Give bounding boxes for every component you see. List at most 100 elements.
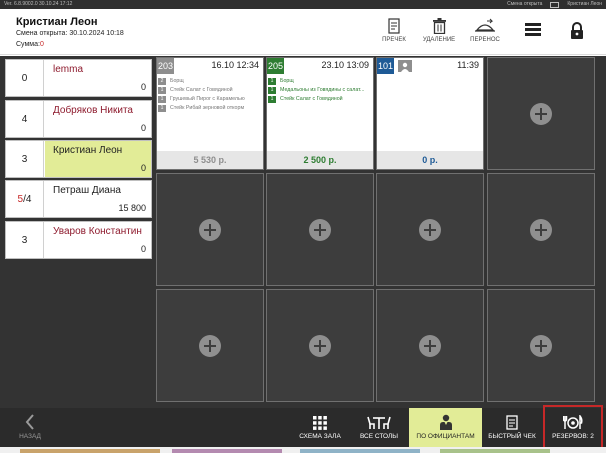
lock-icon[interactable] (570, 22, 584, 44)
waiter-row-amount: 0 (140, 244, 146, 254)
shift-time: 30.10.2024 10:18 (69, 30, 124, 37)
waiter-row[interactable]: 5/4 Петраш Диана 15 800 (5, 180, 152, 218)
order-item: 1 Борщ (268, 77, 371, 86)
order-date: 23.10 13:09 (321, 60, 369, 70)
plus-icon (199, 334, 221, 357)
order-items: 2 Борщ 1 Стейк Салат с Говядиной 1 Грушевый… (158, 77, 261, 113)
order-card[interactable]: 203 16.10 12:34 2 Борщ 1 Стейк Салат с Гов… (156, 57, 264, 170)
add-order-tile[interactable] (487, 173, 595, 286)
waiter-table-count: 4 (6, 101, 44, 137)
sum-value: 0 (39, 41, 44, 48)
add-order-tile[interactable] (376, 173, 484, 286)
waiter-row[interactable]: 0 lemma 0 (5, 59, 152, 97)
table-number: 101 (377, 58, 394, 74)
receipt-icon (379, 15, 409, 37)
plus-icon (530, 334, 552, 357)
guest-icon (398, 60, 412, 72)
shift-label: Смена открыта: (16, 30, 68, 37)
quick-check-button[interactable]: БЫСТРЫЙ ЧЕК (486, 408, 538, 447)
transfer-button[interactable]: ПЕРЕНОС (466, 15, 504, 43)
table-number: 203 (157, 58, 174, 74)
order-item: 2 Борщ (158, 77, 261, 86)
all-tables-label: ВСЕ СТОЛЫ (359, 433, 399, 440)
plus-icon (530, 102, 552, 125)
waiter-row-name: Уваров Константин (53, 226, 142, 237)
add-order-tile[interactable] (156, 173, 264, 286)
main-area: 0 lemma 0 4 Добряков Никита 0 3 Кристиан… (0, 56, 606, 408)
delete-label: УДАЛЕНИЕ (422, 37, 456, 43)
add-order-tile[interactable] (376, 289, 484, 402)
order-item: 1 Стейк Салат с Говядиной (268, 95, 371, 104)
add-order-tile[interactable] (266, 173, 374, 286)
hall-scheme-button[interactable]: СХЕМА ЗАЛА (295, 408, 345, 447)
sum-label: Сумма: (16, 41, 40, 48)
plus-icon (419, 218, 441, 241)
waiter-row-name: lemma (53, 64, 84, 75)
waiter-table-count: 0 (6, 60, 44, 96)
add-order-tile[interactable] (487, 289, 595, 402)
waiter-row[interactable]: 4 Добряков Никита 0 (5, 100, 152, 138)
plus-icon (419, 334, 441, 357)
shift-status: Смена открыта (507, 1, 543, 7)
delete-button[interactable]: УДАЛЕНИЕ (419, 15, 459, 43)
plus-icon (309, 218, 331, 241)
waiter-table-count: 5/4 (6, 181, 44, 217)
table-number: 205 (267, 58, 284, 74)
order-date: 11:39 (457, 60, 479, 70)
system-bar: Ver. 6.8.9002.0 30.10.24 17:12 Смена отк… (0, 0, 606, 9)
mail-icon[interactable] (550, 1, 560, 8)
chevron-left-icon (8, 408, 52, 432)
hall-scheme-label: СХЕМА ЗАЛА (299, 433, 341, 440)
plus-icon (199, 218, 221, 241)
waiter-row-selected[interactable]: 3 Кристиан Леон 0 (5, 140, 152, 178)
shift-info: Смена открыта: 30.10.2024 10:18 (16, 30, 124, 37)
all-tables-button[interactable]: ВСЕ СТОЛЫ (353, 408, 405, 447)
highlight-box (543, 405, 603, 450)
waiter-icon (409, 408, 482, 432)
add-order-tile[interactable] (266, 289, 374, 402)
quick-check-label: БЫСТРЫЙ ЧЕК (488, 433, 536, 440)
table-chairs-icon (353, 408, 405, 432)
waiter-row-amount: 0 (140, 163, 146, 173)
order-item: 1 Стейк Салат с Говядиной (158, 86, 261, 95)
taskbar-strip (0, 447, 606, 453)
order-card[interactable]: 101 11:39 0 р. (376, 57, 484, 170)
waiter-row-amount: 15 800 (118, 203, 146, 213)
by-waiters-label: ПО ОФИЦИАНТАМ (416, 433, 475, 440)
waiter-row-name: Кристиан Леон (53, 145, 123, 156)
plus-icon (530, 218, 552, 241)
header: Кристиан Леон Смена открыта: 30.10.2024 … (0, 9, 606, 55)
transfer-dish-icon (466, 15, 504, 37)
menu-icon[interactable] (525, 23, 541, 37)
plus-icon (309, 334, 331, 357)
receipt-icon (486, 408, 538, 432)
waiter-row-name: Добряков Никита (53, 105, 133, 116)
waiter-table-count: 3 (6, 222, 44, 258)
order-item: 1 Медальоны из Говядины с салат... (268, 86, 371, 95)
pos-window: Ver. 6.8.9002.0 30.10.24 17:12 Смена отк… (0, 0, 606, 453)
order-date: 16.10 12:34 (211, 60, 259, 70)
current-user: Кристиан Леон (567, 1, 602, 7)
waiter-row[interactable]: 3 Уваров Константин 0 (5, 221, 152, 259)
by-waiters-button[interactable]: ПО ОФИЦИАНТАМ (409, 408, 482, 447)
order-total: 0 р. (377, 151, 483, 169)
order-total: 5 530 р. (157, 151, 263, 169)
order-item: 1 Грушевый Пирог с Карамелью (158, 95, 261, 104)
order-item: 1 Стейк Рибай зерновой откорм (158, 104, 261, 113)
add-order-tile[interactable] (156, 289, 264, 402)
order-items: 1 Борщ 1 Медальоны из Говядины с салат... … (268, 77, 371, 104)
grid-icon (295, 408, 345, 432)
precheck-button[interactable]: ПРЕЧЕК (379, 15, 409, 43)
trash-icon (419, 15, 459, 37)
add-order-tile[interactable] (487, 57, 595, 170)
version-text: Ver. 6.8.9002.0 30.10.24 17:12 (4, 1, 73, 7)
transfer-label: ПЕРЕНОС (470, 37, 500, 43)
bottom-toolbar: НАЗАД СХЕМА ЗАЛА ВСЕ СТОЛЫ ПО ОФИЦИАНТАМ (0, 408, 606, 447)
waiter-row-name: Петраш Диана (53, 185, 121, 196)
back-label: НАЗАД (19, 433, 41, 440)
order-card[interactable]: 205 23.10 13:09 1 Борщ 1 Медальоны из Говя… (266, 57, 374, 170)
back-button[interactable]: НАЗАД (8, 408, 52, 447)
waiter-name: Кристиан Леон (16, 16, 98, 28)
sum-info: Сумма:0 (16, 41, 44, 48)
waiter-row-amount: 0 (140, 82, 146, 92)
